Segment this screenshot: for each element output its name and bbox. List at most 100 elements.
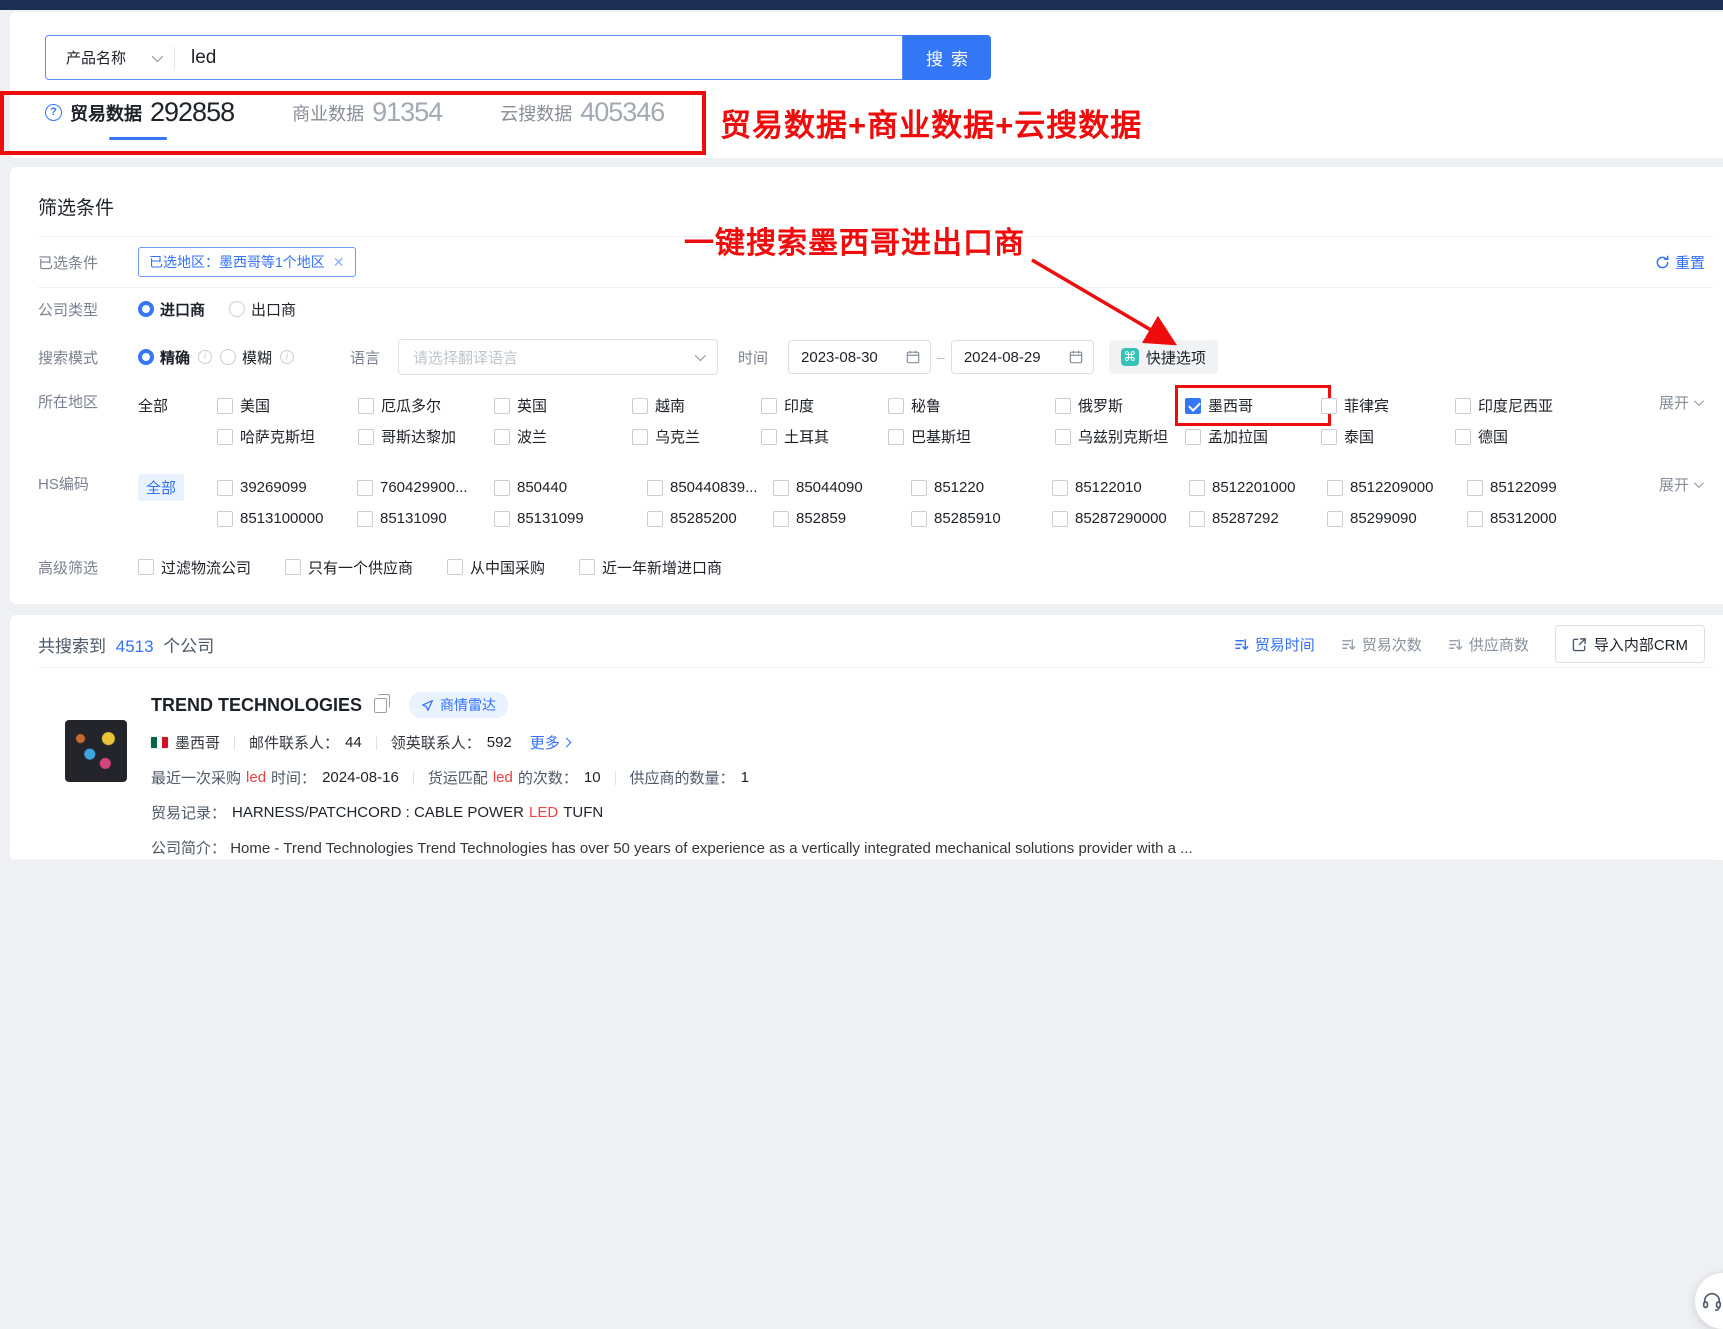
checkbox-icon bbox=[911, 511, 927, 527]
sort-trade-time[interactable]: 贸易时间 bbox=[1234, 634, 1315, 655]
region-checkbox-俄罗斯[interactable]: 俄罗斯 bbox=[1055, 395, 1185, 416]
remove-tag-icon[interactable]: ✕ bbox=[333, 254, 345, 271]
hs-code-checkbox-850440[interactable]: 850440 bbox=[494, 479, 647, 496]
region-checkbox-印度[interactable]: 印度 bbox=[761, 395, 888, 416]
region-checkbox-越南[interactable]: 越南 bbox=[632, 395, 761, 416]
checkbox-icon bbox=[773, 511, 789, 527]
business-radar-badge[interactable]: 商情雷达 bbox=[409, 692, 508, 718]
checkbox-icon bbox=[494, 511, 510, 527]
tab-cloud-search-data[interactable]: 云搜数据 405346 bbox=[500, 97, 664, 140]
checkbox-icon bbox=[1185, 398, 1201, 414]
hs-all-chip[interactable]: 全部 bbox=[138, 474, 184, 501]
hs-code-checkbox-85287290000[interactable]: 85287290000 bbox=[1052, 510, 1189, 527]
region-checkbox-泰国[interactable]: 泰国 bbox=[1321, 426, 1455, 447]
freight-prefix: 货运匹配 bbox=[428, 767, 488, 788]
date-from-picker[interactable]: 2023-08-30 bbox=[788, 340, 931, 374]
more-link[interactable]: 更多 bbox=[530, 732, 570, 753]
hs-code-checkbox-85122099[interactable]: 85122099 bbox=[1467, 479, 1657, 496]
region-checkbox-孟加拉国[interactable]: 孟加拉国 bbox=[1185, 426, 1321, 447]
advanced-checkbox-过滤物流公司[interactable]: 过滤物流公司 bbox=[138, 557, 251, 578]
language-select[interactable]: 请选择翻译语言 bbox=[398, 339, 718, 375]
support-headset-button[interactable] bbox=[1695, 1273, 1723, 1329]
search-field-select[interactable]: 产品名称 bbox=[46, 47, 174, 68]
region-checkbox-乌克兰[interactable]: 乌克兰 bbox=[632, 426, 761, 447]
company-card[interactable]: TREND TECHNOLOGIES 商情雷达 墨西哥 邮件联系人： 44 领英… bbox=[38, 668, 1723, 858]
date-to-picker[interactable]: 2024-08-29 bbox=[951, 340, 1094, 374]
region-checkbox-波兰[interactable]: 波兰 bbox=[494, 426, 632, 447]
hs-code-checkbox-851220[interactable]: 851220 bbox=[911, 479, 1052, 496]
hs-code-row-2: 8513100000851310908513109985285200 852859… bbox=[138, 503, 1723, 534]
hs-code-checkbox-85122010[interactable]: 85122010 bbox=[1052, 479, 1189, 496]
region-checkbox-英国[interactable]: 英国 bbox=[494, 395, 632, 416]
company-body: TREND TECHNOLOGIES 商情雷达 墨西哥 邮件联系人： 44 领英… bbox=[151, 692, 1723, 858]
search-button[interactable]: 搜索 bbox=[903, 35, 991, 80]
date-to-value: 2024-08-29 bbox=[964, 349, 1041, 366]
sort-trade-count[interactable]: 贸易次数 bbox=[1341, 634, 1422, 655]
hs-code-checkbox-85044090[interactable]: 85044090 bbox=[773, 479, 911, 496]
hs-code-checkbox-85131099[interactable]: 85131099 bbox=[494, 510, 647, 527]
more-label: 更多 bbox=[530, 732, 560, 753]
filter-card: 筛选条件 已选条件 已选地区：墨西哥等1个地区 ✕ 重置 公司类型 进口商 出口… bbox=[10, 167, 1723, 604]
copy-icon[interactable] bbox=[374, 698, 387, 713]
radio-icon bbox=[220, 349, 236, 365]
region-checkbox-印度尼西亚[interactable]: 印度尼西亚 bbox=[1455, 395, 1645, 416]
radio-exact[interactable]: 精确 i bbox=[138, 347, 212, 368]
region-checkbox-厄瓜多尔[interactable]: 厄瓜多尔 bbox=[358, 395, 494, 416]
region-checkbox-墨西哥[interactable]: 墨西哥 bbox=[1185, 395, 1321, 416]
region-all-link[interactable]: 全部 bbox=[138, 395, 217, 416]
linkedin-contacts-count: 592 bbox=[487, 734, 512, 751]
divider bbox=[413, 771, 414, 785]
import-crm-button[interactable]: 导入内部CRM bbox=[1555, 625, 1705, 663]
hs-code-checkbox-8512201000[interactable]: 8512201000 bbox=[1189, 479, 1327, 496]
region-checkbox-美国[interactable]: 美国 bbox=[217, 395, 358, 416]
hs-code-checkbox-850440839...[interactable]: 850440839... bbox=[647, 479, 773, 496]
radio-exporter[interactable]: 出口商 bbox=[229, 299, 296, 320]
reset-button[interactable]: 重置 bbox=[1655, 252, 1705, 273]
quick-options-button[interactable]: ⌘ 快捷选项 bbox=[1109, 340, 1218, 374]
hs-code-checkbox-760429900...[interactable]: 760429900... bbox=[357, 479, 494, 496]
trade-record-highlight: LED bbox=[529, 804, 558, 821]
trade-record-text: HARNESS/PATCHCORD : CABLE POWER bbox=[232, 804, 524, 821]
checkbox-label: 美国 bbox=[240, 395, 270, 416]
advanced-checkbox-从中国采购[interactable]: 从中国采购 bbox=[447, 557, 545, 578]
checkbox-label: 从中国采购 bbox=[470, 557, 545, 578]
hs-code-checkbox-85285910[interactable]: 85285910 bbox=[911, 510, 1052, 527]
hs-expand-link[interactable]: 展开 bbox=[1659, 474, 1701, 495]
hs-code-checkbox-8513100000[interactable]: 8513100000 bbox=[217, 510, 357, 527]
region-checkbox-哈萨克斯坦[interactable]: 哈萨克斯坦 bbox=[217, 426, 358, 447]
company-name[interactable]: TREND TECHNOLOGIES bbox=[151, 695, 362, 716]
hs-code-checkbox-8512209000[interactable]: 8512209000 bbox=[1327, 479, 1467, 496]
hs-code-checkbox-85287292[interactable]: 85287292 bbox=[1189, 510, 1327, 527]
hs-code-checkbox-85285200[interactable]: 85285200 bbox=[647, 510, 773, 527]
region-expand-link[interactable]: 展开 bbox=[1659, 392, 1701, 413]
hs-code-checkbox-85299090[interactable]: 85299090 bbox=[1327, 510, 1467, 527]
hs-code-checkbox-85312000[interactable]: 85312000 bbox=[1467, 510, 1657, 527]
question-circle-icon[interactable]: ? bbox=[45, 104, 62, 121]
info-icon[interactable]: i bbox=[198, 350, 212, 364]
checkbox-label: 菲律宾 bbox=[1344, 395, 1389, 416]
chevron-down-icon bbox=[695, 350, 706, 361]
tab-business-data[interactable]: 商业数据 91354 bbox=[292, 97, 442, 140]
region-checkbox-巴基斯坦[interactable]: 巴基斯坦 bbox=[888, 426, 1055, 447]
hs-code-checkbox-39269099[interactable]: 39269099 bbox=[217, 479, 357, 496]
search-input[interactable] bbox=[175, 47, 902, 69]
advanced-checkbox-只有一个供应商[interactable]: 只有一个供应商 bbox=[285, 557, 413, 578]
region-checkbox-哥斯达黎加[interactable]: 哥斯达黎加 bbox=[358, 426, 494, 447]
region-checkbox-秘鲁[interactable]: 秘鲁 bbox=[888, 395, 1055, 416]
region-checkbox-乌兹别克斯坦[interactable]: 乌兹别克斯坦 bbox=[1055, 426, 1185, 447]
tab-trade-data[interactable]: ? 贸易数据 292858 bbox=[45, 97, 234, 140]
region-checkbox-菲律宾[interactable]: 菲律宾 bbox=[1321, 395, 1455, 416]
region-checkbox-德国[interactable]: 德国 bbox=[1455, 426, 1645, 447]
checkbox-label: 土耳其 bbox=[784, 426, 829, 447]
sort-supplier-count[interactable]: 供应商数 bbox=[1448, 634, 1529, 655]
hs-code-checkbox-852859[interactable]: 852859 bbox=[773, 510, 911, 527]
hs-code-checkbox-85131090[interactable]: 85131090 bbox=[357, 510, 494, 527]
checkbox-label: 852859 bbox=[796, 510, 846, 527]
advanced-checkbox-近一年新增进口商[interactable]: 近一年新增进口商 bbox=[579, 557, 722, 578]
region-checkbox-土耳其[interactable]: 土耳其 bbox=[761, 426, 888, 447]
info-icon[interactable]: i bbox=[280, 350, 294, 364]
radio-fuzzy[interactable]: 模糊 i bbox=[220, 347, 294, 368]
top-navbar bbox=[0, 0, 1723, 10]
radio-importer[interactable]: 进口商 bbox=[138, 299, 205, 320]
selected-region-tag[interactable]: 已选地区：墨西哥等1个地区 ✕ bbox=[138, 247, 356, 277]
